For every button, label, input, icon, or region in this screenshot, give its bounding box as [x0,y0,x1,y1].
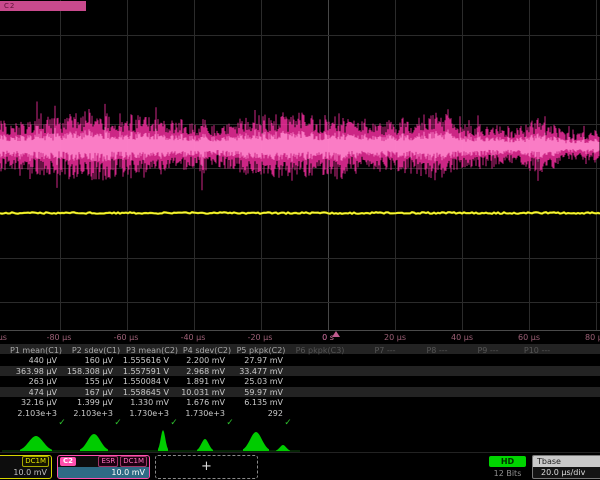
time-axis-label: 60 µs [518,333,540,342]
c2-channel-chip: C2 [60,457,76,466]
parameter-header: P7 --- [374,346,395,355]
c2-scale-value: 10.0 mV [58,467,149,478]
parameter-header: P10 --- [524,346,550,355]
time-axis-label: -60 µs [114,333,139,342]
trace-label-tag: C2 [0,1,86,11]
parameter-value: 33.477 mV [213,367,283,376]
parameter-value: 25.03 mV [213,377,283,386]
status-check-icon: ✓ [170,418,178,428]
parameter-histicons [0,430,600,453]
channel-c1-descriptor[interactable]: DC1M 10.0 mV [0,455,52,479]
status-check-icon: ✓ [284,418,292,428]
histicon [20,436,52,451]
timebase-label: Tbase [533,456,600,467]
trigger-position-marker[interactable] [332,331,340,337]
timebase-descriptor[interactable]: Tbase 20.0 µs/div [532,455,600,479]
hd-bits-label: 12 Bits [487,469,528,478]
parameter-header: P4 sdev(C2) [183,346,231,355]
trace-canvas [0,0,600,332]
parameter-value: 292 [213,409,283,418]
histicon [276,445,290,451]
parameter-header: P3 mean(C2) [126,346,178,355]
channel-c2-descriptor[interactable]: C2 ESR DC1M 10.0 mV [57,455,150,479]
status-check-icon: ✓ [226,418,234,428]
parameter-header: P8 --- [426,346,447,355]
c2-coupling-chip: DC1M [120,456,147,467]
status-check-icon: ✓ [58,418,66,428]
hd-mode-badge[interactable]: HD [489,456,526,467]
bottom-separator [0,452,600,453]
time-axis-label: -80 µs [47,333,72,342]
time-axis-label: -20 µs [248,333,273,342]
measurement-table: P1 mean(C1)440 µV363.98 µV263 µV474 µV32… [0,344,600,430]
c2-esr-chip: ESR [98,456,118,467]
parameter-header: P1 mean(C1) [10,346,62,355]
parameter-header: P9 --- [477,346,498,355]
histicon [197,439,213,451]
histicon [80,434,108,451]
parameter-header: P6 pkpk(C3) [296,346,345,355]
c1-scale-value: 10.0 mV [0,467,51,478]
parameter-value: 27.97 mV [213,356,283,365]
parameter-value: 59.97 mV [213,388,283,397]
timebase-value: 20.0 µs/div [533,467,600,479]
time-axis-label: -100 µs [0,333,7,342]
add-trace-button[interactable]: + [155,455,258,479]
c1-coupling-chip: DC1M [22,456,49,467]
parameter-header: P5 pkpk(C2) [237,346,286,355]
status-check-icon: ✓ [114,418,122,428]
histicon [243,432,269,451]
histicon [158,430,168,451]
time-axis-label: -40 µs [181,333,206,342]
parameter-value: 6.135 mV [213,398,283,407]
time-axis-label: 20 µs [384,333,406,342]
time-axis-label: 40 µs [451,333,473,342]
parameter-header: P2 sdev(C1) [72,346,120,355]
time-axis-label: 80 µs [585,333,600,342]
oscilloscope-screen: C2 -100 µs-80 µs-60 µs-40 µs-20 µs0 s20 … [0,0,600,480]
